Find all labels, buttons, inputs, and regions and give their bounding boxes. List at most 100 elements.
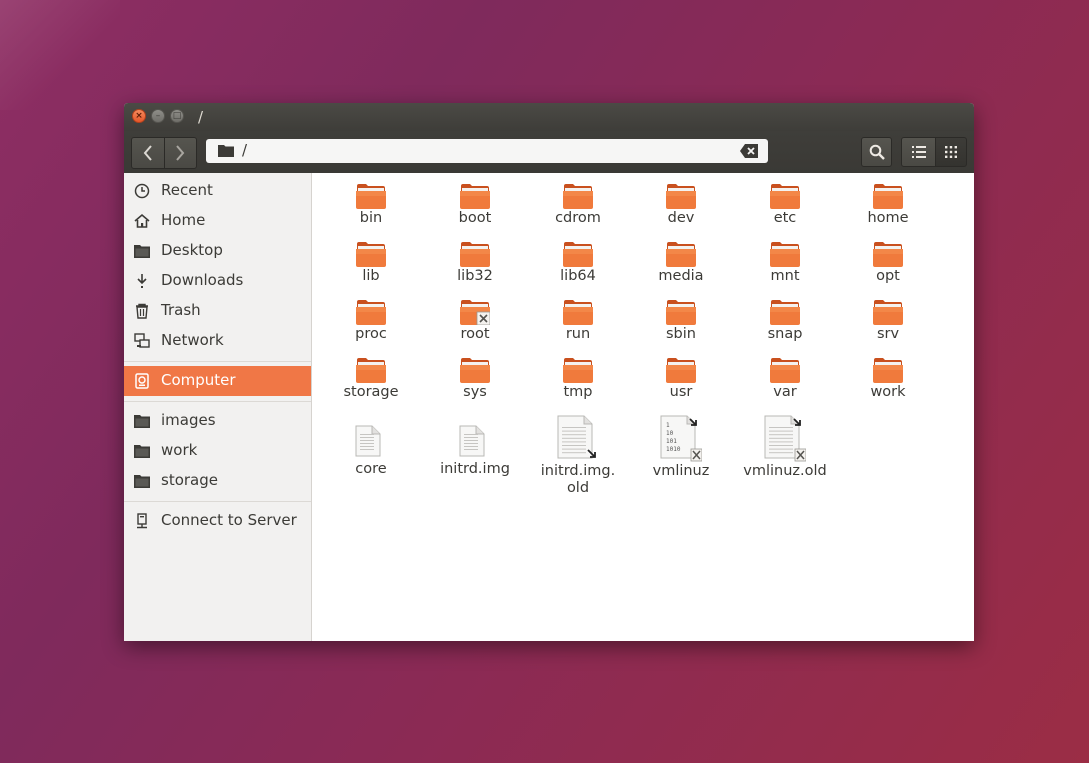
file-item-lib64[interactable]: lib64 bbox=[528, 241, 628, 285]
file-item-work[interactable]: work bbox=[838, 357, 938, 401]
file-item-root[interactable]: root bbox=[425, 299, 525, 343]
file-name-label: work bbox=[870, 384, 906, 400]
file-item-storage[interactable]: storage bbox=[321, 357, 421, 401]
file-item-run[interactable]: run bbox=[528, 299, 628, 343]
file-item-media[interactable]: media bbox=[631, 241, 731, 285]
file-item-vmlinuz[interactable]: 1 10 101 1010 vmlinuz bbox=[631, 415, 731, 480]
document-icon bbox=[557, 415, 596, 459]
folder-icon bbox=[356, 184, 386, 209]
folder-icon bbox=[666, 358, 696, 383]
file-item-dev[interactable]: dev bbox=[631, 183, 731, 227]
folder-icon bbox=[460, 242, 490, 267]
file-name-label: initrd.img bbox=[440, 461, 510, 477]
folder-icon bbox=[770, 242, 800, 267]
sidebar-item-computer[interactable]: Computer bbox=[124, 366, 311, 396]
sidebar-item-storage[interactable]: storage bbox=[124, 466, 311, 496]
file-item-snap[interactable]: snap bbox=[735, 299, 835, 343]
file-item-initrd-img[interactable]: initrd.img bbox=[425, 415, 525, 478]
folder-icon bbox=[460, 184, 490, 209]
svg-text:101: 101 bbox=[666, 438, 677, 445]
sidebar-item-recent[interactable]: Recent bbox=[124, 176, 311, 206]
file-item-opt[interactable]: opt bbox=[838, 241, 938, 285]
folder-icon bbox=[356, 358, 386, 383]
forward-button[interactable] bbox=[164, 138, 196, 168]
sidebar-item-home[interactable]: Home bbox=[124, 206, 311, 236]
toolbar: / bbox=[124, 131, 974, 173]
file-name-label: sbin bbox=[666, 326, 696, 342]
file-name-label: tmp bbox=[563, 384, 593, 400]
sidebar-item-network[interactable]: Network bbox=[124, 326, 311, 356]
minimize-window-button[interactable]: – bbox=[151, 109, 165, 123]
file-name-label: initrd.img. bbox=[540, 463, 616, 479]
list-view-button[interactable] bbox=[901, 137, 936, 167]
file-item-sys[interactable]: sys bbox=[425, 357, 525, 401]
file-item-srv[interactable]: srv bbox=[838, 299, 938, 343]
file-name-label: lib bbox=[362, 268, 380, 284]
file-item-etc[interactable]: etc bbox=[735, 183, 835, 227]
network-icon bbox=[134, 333, 150, 348]
sidebar-separator bbox=[124, 501, 311, 502]
folder-icon bbox=[134, 245, 150, 258]
file-name-label: lib32 bbox=[457, 268, 493, 284]
desktop-background bbox=[0, 0, 120, 110]
file-grid: bin boot cdrom dev etc home lib lib32 lib64 media… bbox=[312, 173, 974, 641]
file-item-cdrom[interactable]: cdrom bbox=[528, 183, 628, 227]
file-item-mnt[interactable]: mnt bbox=[735, 241, 835, 285]
sidebar-item-downloads[interactable]: Downloads bbox=[124, 266, 311, 296]
file-item-home[interactable]: home bbox=[838, 183, 938, 227]
file-item-tmp[interactable]: tmp bbox=[528, 357, 628, 401]
download-icon bbox=[137, 274, 147, 288]
file-item-usr[interactable]: usr bbox=[631, 357, 731, 401]
file-item-lib[interactable]: lib bbox=[321, 241, 421, 285]
file-name-label: core bbox=[355, 461, 387, 477]
svg-text:1010: 1010 bbox=[666, 446, 681, 453]
search-button[interactable] bbox=[861, 137, 892, 167]
file-name-label: vmlinuz bbox=[652, 463, 710, 479]
file-item-sbin[interactable]: sbin bbox=[631, 299, 731, 343]
folder-icon bbox=[563, 300, 593, 325]
sidebar-item-connect-to-server[interactable]: Connect to Server bbox=[124, 506, 311, 536]
sidebar-item-label: Connect to Server bbox=[161, 511, 297, 529]
folder-icon bbox=[770, 184, 800, 209]
file-name-label: lib64 bbox=[560, 268, 596, 284]
file-item-var[interactable]: var bbox=[735, 357, 835, 401]
file-item-bin[interactable]: bin bbox=[321, 183, 421, 227]
server-icon bbox=[137, 513, 147, 529]
folder-icon bbox=[666, 184, 696, 209]
file-name-label: run bbox=[565, 326, 591, 342]
file-item-lib32[interactable]: lib32 bbox=[425, 241, 525, 285]
location-bar[interactable]: / bbox=[206, 139, 768, 163]
grid-view-button[interactable] bbox=[935, 137, 967, 167]
sidebar: Recent Home Desktop Downloads Trash Netw… bbox=[124, 173, 312, 641]
file-item-boot[interactable]: boot bbox=[425, 183, 525, 227]
clear-icon[interactable] bbox=[740, 144, 758, 158]
file-name-label: vmlinuz.old bbox=[743, 463, 827, 479]
file-name-label: media bbox=[658, 268, 704, 284]
file-item-core[interactable]: core bbox=[321, 415, 421, 478]
folder-icon bbox=[770, 300, 800, 325]
maximize-window-button[interactable]: □ bbox=[170, 109, 184, 123]
sidebar-item-label: work bbox=[161, 441, 198, 459]
folder-icon bbox=[770, 358, 800, 383]
file-name-label: boot bbox=[458, 210, 492, 226]
file-item-vmlinuz-old[interactable]: vmlinuz.old bbox=[735, 415, 835, 480]
file-item-initrd-img[interactable]: initrd.img. old bbox=[528, 415, 628, 497]
path-segment-root[interactable]: / bbox=[242, 141, 247, 159]
file-item-proc[interactable]: proc bbox=[321, 299, 421, 343]
folder-icon bbox=[134, 475, 150, 488]
sidebar-item-images[interactable]: images bbox=[124, 406, 311, 436]
back-button[interactable] bbox=[132, 138, 165, 168]
sidebar-item-label: Recent bbox=[161, 181, 213, 199]
sidebar-separator bbox=[124, 361, 311, 362]
binary-file-icon: 1101011010 bbox=[660, 415, 702, 462]
close-window-button[interactable]: × bbox=[132, 109, 146, 123]
folder-icon bbox=[134, 415, 150, 428]
folder-icon bbox=[873, 242, 903, 267]
sidebar-item-trash[interactable]: Trash bbox=[124, 296, 311, 326]
file-name-label: root bbox=[460, 326, 490, 342]
chevron-right-icon bbox=[176, 145, 185, 161]
sidebar-item-work[interactable]: work bbox=[124, 436, 311, 466]
document-icon bbox=[355, 425, 381, 457]
svg-text:10: 10 bbox=[666, 430, 674, 437]
sidebar-item-desktop[interactable]: Desktop bbox=[124, 236, 311, 266]
